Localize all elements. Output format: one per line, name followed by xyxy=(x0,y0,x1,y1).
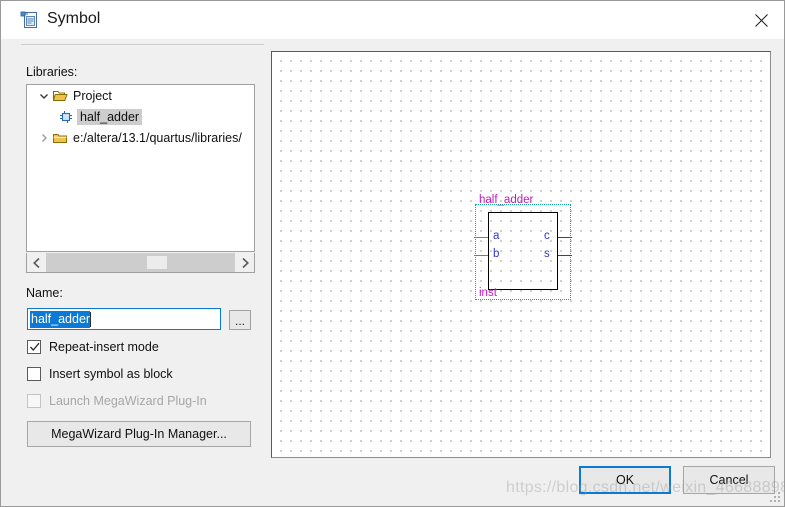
port-label-b: b xyxy=(493,248,500,260)
port-label-s: s xyxy=(544,248,550,260)
scroll-right-button[interactable] xyxy=(235,253,254,272)
browse-button[interactable]: ... xyxy=(229,310,251,330)
checkbox-box xyxy=(27,394,41,408)
tree-item-label: Project xyxy=(73,88,112,103)
symbol-dialog: Symbol Libraries: Project half_adder e:/… xyxy=(0,0,785,507)
libraries-horizontal-scrollbar[interactable] xyxy=(26,253,255,273)
symbol-preview-canvas[interactable]: half_adder a b c s inst xyxy=(271,51,771,458)
tree-item-label: half_adder xyxy=(77,108,143,125)
symbol-instance-label: inst xyxy=(479,287,497,299)
checkbox-repeat-insert-mode[interactable]: Repeat-insert mode xyxy=(27,340,159,354)
checkmark-icon xyxy=(30,342,40,351)
resize-grip[interactable] xyxy=(769,491,781,503)
checkbox-launch-megawizard-plugin: Launch MegaWizard Plug-In xyxy=(27,394,207,408)
libraries-tree[interactable]: Project half_adder e:/altera/13.1/quartu… xyxy=(26,84,255,252)
chevron-left-icon xyxy=(32,257,40,268)
close-button[interactable] xyxy=(738,1,784,39)
chevron-down-icon[interactable] xyxy=(37,91,51,101)
tree-item-half-adder[interactable]: half_adder xyxy=(27,106,254,127)
port-label-a: a xyxy=(493,230,500,242)
ok-button[interactable]: OK xyxy=(579,466,671,494)
scrollbar-track[interactable] xyxy=(46,253,235,272)
closed-folder-icon xyxy=(51,131,69,144)
port-label-c: c xyxy=(544,230,550,242)
input-wire-a xyxy=(474,237,488,238)
symbol-title: half_adder xyxy=(479,194,534,206)
megawizard-plugin-manager-button[interactable]: MegaWizard Plug-In Manager... xyxy=(27,421,251,447)
checkbox-insert-symbol-as-block[interactable]: Insert symbol as block xyxy=(27,367,173,381)
checkbox-label: Insert symbol as block xyxy=(49,367,173,381)
output-wire-s xyxy=(558,255,572,256)
checkbox-label: Repeat-insert mode xyxy=(49,340,159,354)
tree-item-project[interactable]: Project xyxy=(27,85,254,106)
symbol-block-icon xyxy=(57,110,75,124)
open-folder-icon xyxy=(51,89,69,102)
title-bar: Symbol xyxy=(1,1,784,39)
cancel-button[interactable]: Cancel xyxy=(683,466,775,494)
header-divider xyxy=(21,44,264,45)
name-input-value: half_adder xyxy=(30,310,91,328)
libraries-label: Libraries: xyxy=(26,65,78,79)
checkbox-label: Launch MegaWizard Plug-In xyxy=(49,394,207,408)
chevron-right-icon[interactable] xyxy=(37,133,51,143)
name-label: Name: xyxy=(26,286,63,300)
checkbox-box[interactable] xyxy=(27,367,41,381)
close-icon xyxy=(754,13,768,27)
text-caret xyxy=(90,311,92,327)
symbol-preview[interactable]: half_adder a b c s inst xyxy=(474,194,572,300)
output-wire-c xyxy=(558,237,572,238)
window-title: Symbol xyxy=(47,10,101,27)
input-wire-b xyxy=(474,255,488,256)
name-input[interactable]: half_adder xyxy=(27,308,221,330)
tree-item-altera-libraries[interactable]: e:/altera/13.1/quartus/libraries/ xyxy=(27,127,254,148)
scrollbar-thumb[interactable] xyxy=(147,256,167,269)
chevron-right-icon xyxy=(241,257,249,268)
checkbox-box[interactable] xyxy=(27,340,41,354)
tree-item-label: e:/altera/13.1/quartus/libraries/ xyxy=(73,130,242,145)
scroll-left-button[interactable] xyxy=(27,253,46,272)
symbol-document-icon xyxy=(20,10,40,30)
